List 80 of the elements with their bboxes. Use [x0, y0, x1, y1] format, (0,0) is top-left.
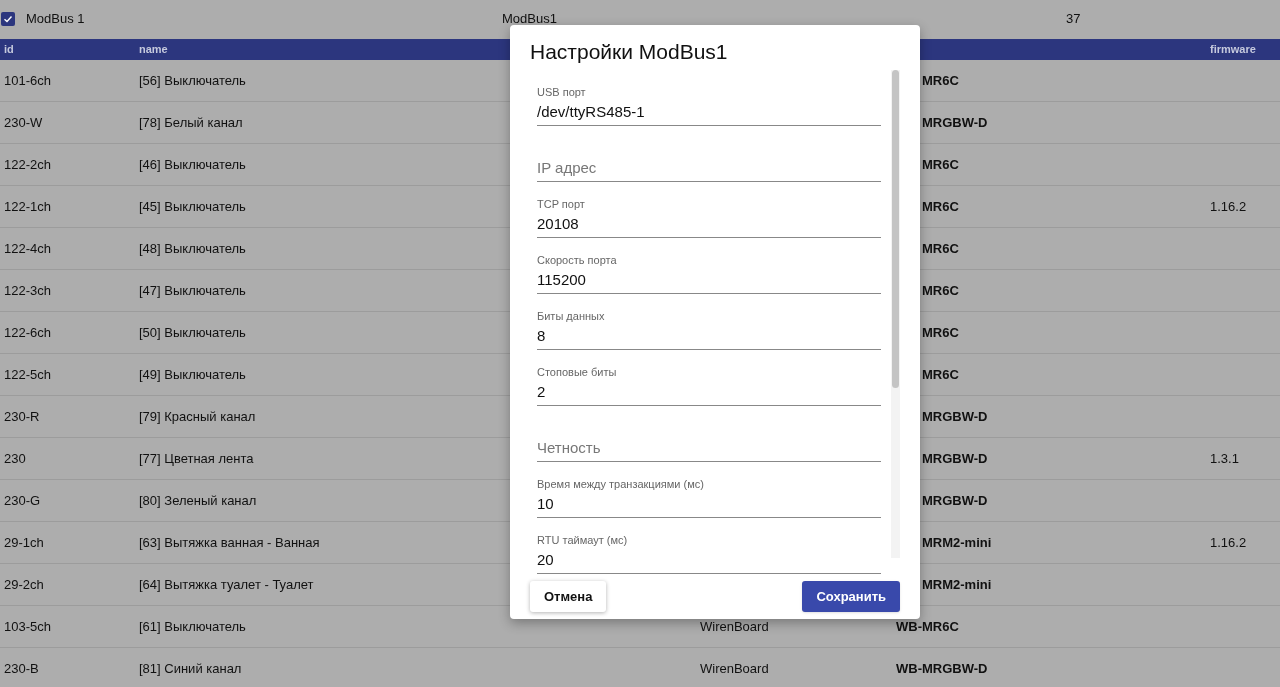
bus-label: ModBus 1	[26, 12, 86, 25]
field-label: TCP порт	[537, 198, 585, 211]
field-label: Стоповые биты	[537, 366, 617, 379]
table-cell: WirenBoard	[700, 661, 769, 676]
scrollbar[interactable]	[891, 70, 900, 558]
input-field[interactable]: 115200	[537, 270, 881, 294]
table-cell: MRGBW-D	[922, 451, 988, 466]
device-count: 37	[1066, 12, 1081, 25]
table-cell: MR6C	[922, 283, 959, 298]
table-cell: MRM2-mini	[922, 535, 992, 550]
table-cell: 101-6ch	[4, 73, 51, 88]
table-cell: 1.3.1	[1210, 451, 1239, 466]
save-button[interactable]: Сохранить	[802, 581, 900, 612]
table-cell: [77] Цветная лента	[139, 451, 254, 466]
table-cell: [45] Выключатель	[139, 199, 246, 214]
column-header[interactable]: id	[4, 43, 14, 56]
table-cell: [81] Синий канал	[139, 661, 242, 676]
table-cell: [47] Выключатель	[139, 283, 246, 298]
input-field[interactable]: Четность	[537, 438, 881, 462]
table-cell: MR6C	[922, 157, 959, 172]
column-header[interactable]: firmware	[1210, 41, 1256, 58]
table-cell: [49] Выключатель	[139, 367, 246, 382]
table-cell: 122-3ch	[4, 283, 51, 298]
table-cell: 122-1ch	[4, 199, 51, 214]
table-cell: [46] Выключатель	[139, 157, 246, 172]
table-cell: MR6C	[922, 325, 959, 340]
field-label: Время между транзакциями (мс)	[537, 478, 704, 491]
table-cell: MRGBW-D	[922, 409, 988, 424]
table-cell: 1.16.2	[1210, 199, 1247, 214]
table-cell: WirenBoard	[700, 619, 769, 634]
table-cell: [78] Белый канал	[139, 115, 243, 130]
input-field[interactable]: 2	[537, 382, 881, 406]
table-cell: MR6C	[922, 241, 959, 256]
table-cell: 122-6ch	[4, 325, 51, 340]
table-cell: MR6C	[922, 199, 959, 214]
table-cell: 122-5ch	[4, 367, 51, 382]
table-cell: WB-MR6C	[896, 619, 959, 634]
table-cell: 230-W	[4, 115, 43, 130]
bus-name: ModBus1	[502, 12, 558, 25]
dialog-title: Настройки ModBus1	[529, 39, 729, 65]
field-label: RTU таймаут (мс)	[537, 534, 628, 547]
table-cell: 230-B	[4, 661, 39, 676]
table-cell: MR6C	[922, 73, 959, 88]
table-cell: [80] Зеленый канал	[139, 493, 257, 508]
column-header[interactable]: name	[139, 43, 168, 56]
input-field[interactable]: 10	[537, 494, 881, 518]
table-cell: 1.16.2	[1210, 535, 1247, 550]
table-cell: MRM2-mini	[922, 577, 992, 592]
field-label: USB порт	[537, 86, 586, 99]
checkbox[interactable]	[1, 11, 15, 26]
table-cell: [61] Выключатель	[139, 619, 246, 634]
table-cell: [79] Красный канал	[139, 409, 256, 424]
field-label: Скорость порта	[537, 254, 617, 267]
table-cell: 230-G	[4, 493, 41, 508]
field-label: Биты данных	[537, 310, 605, 323]
table-cell: 230	[4, 451, 26, 466]
table-cell: [63] Вытяжка ванная - Ванная	[139, 535, 320, 550]
input-field[interactable]: 20	[537, 550, 881, 574]
table-cell: 230-R	[4, 409, 40, 424]
checkmark-icon	[3, 13, 13, 24]
input-field[interactable]: 8	[537, 326, 881, 350]
input-field[interactable]: 20108	[537, 214, 881, 238]
table-cell: 29-2ch	[4, 577, 44, 592]
table-cell: WB-MRGBW-D	[896, 661, 988, 676]
table-cell: 122-2ch	[4, 157, 51, 172]
table-cell: 122-4ch	[4, 241, 51, 256]
input-field[interactable]: IP адрес	[537, 158, 881, 182]
table-cell: MRGBW-D	[922, 493, 988, 508]
table-cell: 29-1ch	[4, 535, 44, 550]
table-cell: 103-5ch	[4, 619, 51, 634]
table-cell: MR6C	[922, 367, 959, 382]
table-cell: [50] Выключатель	[139, 325, 246, 340]
table-cell: [56] Выключатель	[139, 73, 246, 88]
input-field[interactable]: /dev/ttyRS485-1	[537, 102, 881, 126]
table-cell: [48] Выключатель	[139, 241, 246, 256]
table-cell: [64] Вытяжка туалет - Туалет	[139, 577, 314, 592]
table-row[interactable]: 230-B [81] Синий канал WirenBoard WB-MRGBW-D	[0, 648, 1280, 687]
table-cell: MRGBW-D	[922, 115, 988, 130]
cancel-button[interactable]: Отмена	[530, 581, 607, 612]
scrollbar-thumb[interactable]	[892, 70, 899, 388]
